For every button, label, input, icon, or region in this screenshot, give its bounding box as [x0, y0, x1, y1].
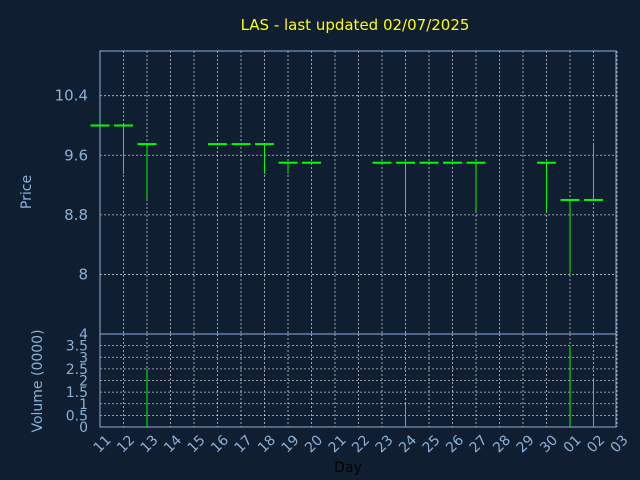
price-y-tick-label: 10.4 — [55, 87, 88, 105]
chart-background — [0, 0, 640, 480]
x-ticks: 11 12 13 14 15 16 17 18 19 20 21 22 23 24 25 26 27 28 29 30… — [91, 432, 632, 456]
volume-axis-label: Volume (0000) — [30, 329, 46, 432]
price-y-tick-label: 8 — [78, 265, 88, 283]
volume-y-tick-label: 4 — [79, 327, 88, 343]
chart-title: LAS - last updated 02/07/2025 — [241, 16, 470, 34]
x-axis-label: Day — [334, 460, 362, 476]
chart: LAS - last updated 02/07/2025 8 8.8 9.6 10.… — [0, 0, 640, 480]
price-y-tick-label: 9.6 — [64, 146, 88, 164]
price-axis-label: Price — [19, 175, 35, 209]
price-y-tick-label: 8.8 — [64, 206, 88, 224]
